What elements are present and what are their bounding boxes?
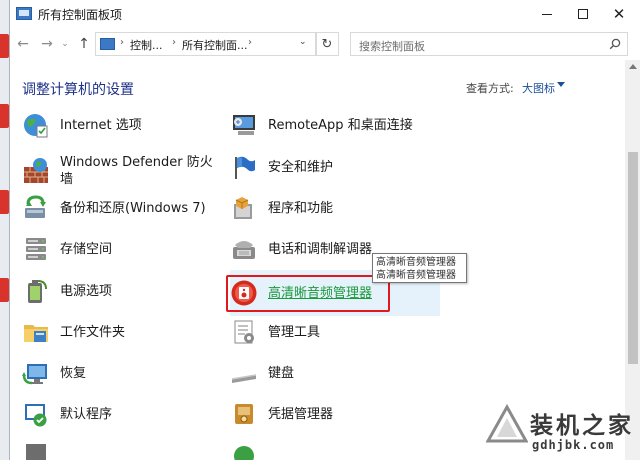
chevron-down-icon: ⌄ bbox=[61, 39, 69, 49]
control-panel-window: 所有控制面板项 ✕ ← → ⌄ ↑ › 控制... › 所有控制面... › ⌄… bbox=[9, 0, 640, 460]
work-folders-icon bbox=[24, 325, 48, 342]
item-label: 电源选项 bbox=[60, 283, 113, 299]
search-box[interactable]: 搜索控制面板 bbox=[350, 32, 628, 56]
item-label: 键盘 bbox=[268, 365, 295, 381]
scroll-thumb[interactable] bbox=[628, 152, 638, 364]
tooltip-line: 高清晰音频管理器 bbox=[376, 270, 456, 281]
keyboard-icon bbox=[231, 374, 257, 383]
close-button[interactable]: ✕ bbox=[598, 0, 640, 28]
navigation-bar: ← → ⌄ ↑ › 控制... › 所有控制面... › ⌄ ↻ 搜索控制面板 bbox=[10, 29, 640, 59]
item-label: 备份和还原(Windows 7) bbox=[60, 200, 206, 216]
page-title: 调整计算机的设置 bbox=[22, 82, 134, 98]
item-power-options[interactable]: 电源选项 bbox=[22, 275, 222, 307]
item-partial-left[interactable] bbox=[22, 440, 222, 460]
watermark-url: gdhjbk.com bbox=[532, 438, 615, 452]
item-work-folders[interactable]: 工作文件夹 bbox=[22, 316, 222, 348]
breadcrumb-all-items[interactable]: 所有控制面... bbox=[182, 37, 248, 53]
control-panel-icon bbox=[16, 7, 32, 20]
search-icon[interactable] bbox=[609, 38, 621, 50]
forward-button[interactable]: → bbox=[37, 33, 57, 55]
internet-options-icon bbox=[24, 114, 48, 138]
item-storage-spaces[interactable]: 存储空间 bbox=[22, 233, 222, 265]
item-label: 存储空间 bbox=[60, 241, 113, 257]
partial-item-icon bbox=[26, 444, 46, 460]
storage-spaces-icon bbox=[26, 238, 46, 260]
recent-locations-button[interactable]: ⌄ bbox=[58, 33, 72, 55]
breadcrumb-separator[interactable]: › bbox=[120, 37, 124, 48]
item-label: Windows Defender 防火墙 bbox=[60, 155, 213, 187]
firewall-icon bbox=[24, 158, 48, 183]
chevron-down-icon[interactable] bbox=[557, 82, 565, 87]
window-title: 所有控制面板项 bbox=[38, 8, 123, 22]
item-backup-restore[interactable]: 备份和还原(Windows 7) bbox=[22, 192, 222, 224]
address-bar[interactable]: › 控制... › 所有控制面... › ⌄ bbox=[95, 32, 317, 56]
red-highlight-box bbox=[226, 275, 390, 312]
admin-tools-icon bbox=[234, 320, 254, 344]
item-credential-manager[interactable]: 凭据管理器 bbox=[230, 398, 440, 430]
remoteapp-icon bbox=[233, 115, 255, 135]
maximize-icon bbox=[578, 9, 588, 19]
programs-features-icon bbox=[234, 197, 252, 219]
item-partial-right[interactable] bbox=[230, 440, 440, 460]
item-label: RemoteApp 和桌面连接 bbox=[268, 117, 413, 133]
item-windows-defender-firewall[interactable]: Windows Defender 防火墙 bbox=[22, 151, 222, 191]
minimize-icon bbox=[542, 13, 552, 15]
control-panel-icon bbox=[100, 38, 115, 50]
address-dropdown-icon[interactable]: ⌄ bbox=[299, 37, 307, 47]
desktop-icon[interactable] bbox=[0, 34, 9, 58]
item-default-programs[interactable]: 默认程序 bbox=[22, 398, 222, 430]
search-input[interactable]: 搜索控制面板 bbox=[359, 38, 425, 54]
back-button[interactable]: ← bbox=[13, 33, 33, 55]
refresh-icon: ↻ bbox=[321, 36, 333, 52]
default-programs-icon bbox=[25, 404, 47, 427]
view-by-dropdown[interactable]: 大图标 bbox=[522, 80, 555, 96]
desktop-icon[interactable] bbox=[0, 278, 9, 302]
item-programs-features[interactable]: 程序和功能 bbox=[230, 192, 440, 224]
item-label: 管理工具 bbox=[268, 324, 321, 340]
breadcrumb-separator[interactable]: › bbox=[248, 37, 252, 48]
item-label: Internet 选项 bbox=[60, 117, 142, 133]
arrow-right-icon: → bbox=[41, 36, 53, 52]
view-by-label: 查看方式: bbox=[466, 82, 514, 95]
refresh-button[interactable]: ↻ bbox=[315, 32, 339, 56]
item-recovery[interactable]: 恢复 bbox=[22, 357, 222, 389]
breadcrumb-control-panel[interactable]: 控制... bbox=[130, 37, 163, 53]
item-label: 凭据管理器 bbox=[268, 406, 334, 422]
item-remoteapp[interactable]: RemoteApp 和桌面连接 bbox=[230, 109, 440, 141]
watermark-logo-icon bbox=[486, 404, 528, 443]
item-admin-tools[interactable]: 管理工具 bbox=[230, 316, 440, 348]
item-security-maintenance[interactable]: 安全和维护 bbox=[230, 151, 440, 183]
desktop-icon[interactable] bbox=[0, 190, 9, 214]
tooltip: 高清晰音频管理器 高清晰音频管理器 bbox=[372, 253, 467, 283]
item-keyboard[interactable]: 键盘 bbox=[230, 357, 440, 389]
tooltip-line: 高清晰音频管理器 bbox=[376, 257, 456, 268]
phone-modem-icon bbox=[233, 241, 255, 259]
title-bar[interactable]: 所有控制面板项 ✕ bbox=[10, 0, 640, 28]
desktop-icon[interactable] bbox=[0, 104, 9, 128]
item-label: 默认程序 bbox=[60, 406, 113, 422]
arrow-up-icon: ↑ bbox=[78, 36, 90, 52]
item-label: 工作文件夹 bbox=[60, 324, 126, 340]
security-maintenance-icon bbox=[235, 156, 255, 179]
item-label: 恢复 bbox=[60, 365, 87, 381]
item-label: 安全和维护 bbox=[268, 159, 334, 175]
breadcrumb-separator[interactable]: › bbox=[172, 37, 176, 48]
recovery-icon bbox=[22, 364, 47, 385]
item-internet-options[interactable]: Internet 选项 bbox=[22, 109, 222, 141]
partial-item-icon bbox=[234, 446, 254, 460]
item-label: 程序和功能 bbox=[268, 200, 334, 216]
item-label: 电话和调制解调器 bbox=[268, 241, 373, 257]
watermark: 装机之家 gdhjbk.com bbox=[486, 398, 636, 458]
close-icon: ✕ bbox=[612, 4, 626, 23]
watermark-title: 装机之家 bbox=[530, 412, 634, 439]
scroll-up-arrow-icon[interactable] bbox=[629, 64, 637, 69]
power-options-icon bbox=[28, 280, 47, 303]
arrow-left-icon: ← bbox=[17, 36, 29, 52]
up-button[interactable]: ↑ bbox=[74, 33, 94, 55]
backup-restore-icon bbox=[25, 195, 46, 218]
credential-manager-icon bbox=[235, 404, 253, 424]
